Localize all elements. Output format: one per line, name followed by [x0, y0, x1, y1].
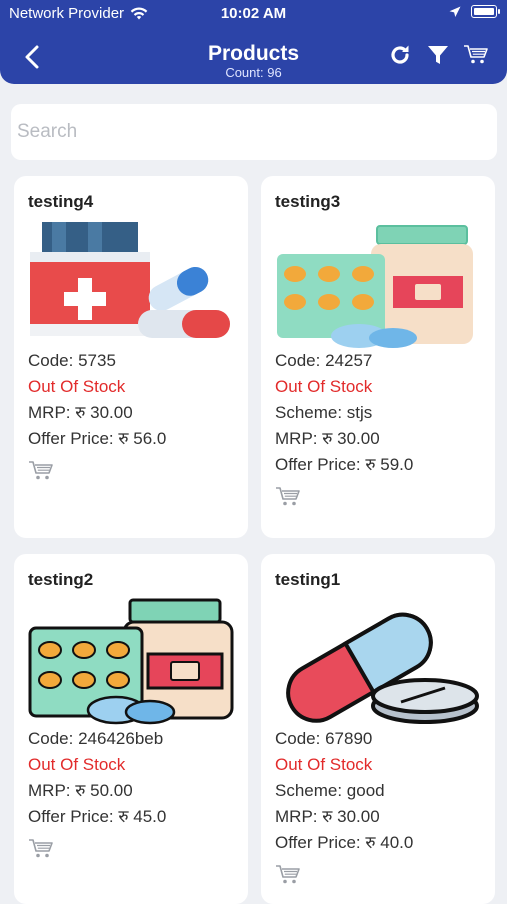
product-code: Code: 67890: [275, 729, 373, 748]
stock-status: Out Of Stock: [275, 755, 373, 774]
product-name: testing2: [28, 570, 94, 589]
product-mrp: MRP: रु 30.00: [275, 429, 380, 448]
add-to-cart-icon[interactable]: [275, 486, 301, 508]
search-input[interactable]: [11, 104, 507, 160]
stock-status: Out Of Stock: [28, 755, 126, 774]
product-offer-price: Offer Price: रु 56.0: [28, 429, 167, 448]
product-mrp: MRP: रु 30.00: [275, 807, 380, 826]
product-card[interactable]: testing3 Code: 24257 Out Of Stock Scheme…: [261, 176, 495, 538]
product-code: Code: 246426beb: [28, 729, 164, 748]
filter-icon: [428, 46, 448, 64]
product-mrp: MRP: रु 30.00: [28, 403, 133, 422]
battery-icon: [471, 5, 500, 18]
product-card[interactable]: testing1 Code: 67890 Out Of Stock Scheme…: [261, 554, 495, 904]
pill-blister-bottle-outline-image: [28, 598, 234, 725]
product-code: Code: 24257: [275, 351, 373, 370]
cart-icon: [464, 45, 488, 64]
add-to-cart-icon[interactable]: [28, 460, 54, 482]
add-to-cart-icon[interactable]: [28, 838, 54, 860]
product-scheme: Scheme: stjs: [275, 403, 373, 422]
refresh-button[interactable]: [387, 42, 413, 68]
product-code: Code: 5735: [28, 351, 116, 370]
product-scheme: Scheme: good: [275, 781, 385, 800]
cart-button[interactable]: [463, 42, 489, 68]
medicine-bottle-pills-image: [30, 222, 230, 338]
add-to-cart-icon[interactable]: [275, 864, 301, 886]
product-name: testing3: [275, 192, 341, 211]
product-offer-price: Offer Price: रु 40.0: [275, 833, 414, 852]
product-count: Count: 96: [225, 65, 282, 80]
product-mrp: MRP: रु 50.00: [28, 781, 133, 800]
app-header: Network Provider 10:02 AM Products Count…: [0, 0, 507, 84]
pill-blister-bottle-image: [277, 225, 473, 348]
status-bar: Network Provider 10:02 AM: [0, 0, 507, 28]
product-name: testing1: [275, 570, 341, 589]
product-name: testing4: [28, 192, 94, 211]
stock-status: Out Of Stock: [28, 377, 126, 396]
product-offer-price: Offer Price: रु 59.0: [275, 455, 414, 474]
filter-button[interactable]: [425, 42, 451, 68]
search-box[interactable]: [11, 104, 507, 160]
status-time: 10:02 AM: [220, 5, 287, 22]
product-offer-price: Offer Price: रु 45.0: [28, 807, 167, 826]
stock-status: Out Of Stock: [275, 377, 373, 396]
location-arrow-icon: [449, 6, 461, 17]
refresh-icon: [391, 45, 409, 64]
product-card[interactable]: testing2 Code: 246426beb Out Of Stock MR…: [14, 554, 248, 904]
product-card[interactable]: testing4 Code: 5735 Out Of Stock MRP: रु…: [14, 176, 248, 538]
capsule-tablet-image: [286, 612, 479, 724]
